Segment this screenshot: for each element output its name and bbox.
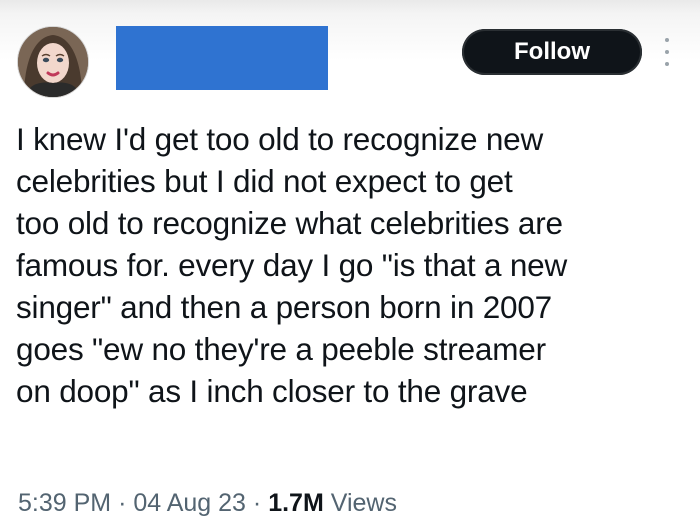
more-vertical-icon[interactable] [664, 38, 670, 66]
avatar[interactable] [17, 26, 89, 98]
tweet-line: celebrities but I did not expect to get [16, 163, 513, 199]
tweet-line: singer" and then a person born in 2007 [16, 289, 552, 325]
tweet-line: I knew I'd get too old to recognize new [16, 121, 544, 157]
tweet-line: goes "ew no they're a peeble streamer [16, 331, 546, 367]
redacted-username [116, 26, 328, 90]
meta-separator: · [252, 489, 262, 517]
views-count: 1.7M [268, 489, 324, 517]
meta-separator: · [118, 489, 127, 517]
tweet-meta: 5:39 PM · 04 Aug 23 · 1.7M Views [18, 487, 397, 519]
tweet-line: famous for. every day I go "is that a ne… [16, 247, 568, 283]
post-time[interactable]: 5:39 PM [18, 489, 111, 517]
avatar-portrait-icon [18, 27, 88, 97]
tweet-text: I knew I'd get too old to recognize new … [16, 118, 686, 412]
follow-button[interactable]: Follow [462, 29, 642, 75]
tweet-line: too old to recognize what celebrities ar… [16, 205, 563, 241]
tweet-line: on doop" as I inch closer to the grave [16, 373, 528, 409]
post-date[interactable]: 04 Aug 23 [133, 489, 246, 517]
views-label: Views [330, 489, 397, 517]
tweet-card: a Follow I knew I'd get too old to recog… [0, 0, 700, 531]
